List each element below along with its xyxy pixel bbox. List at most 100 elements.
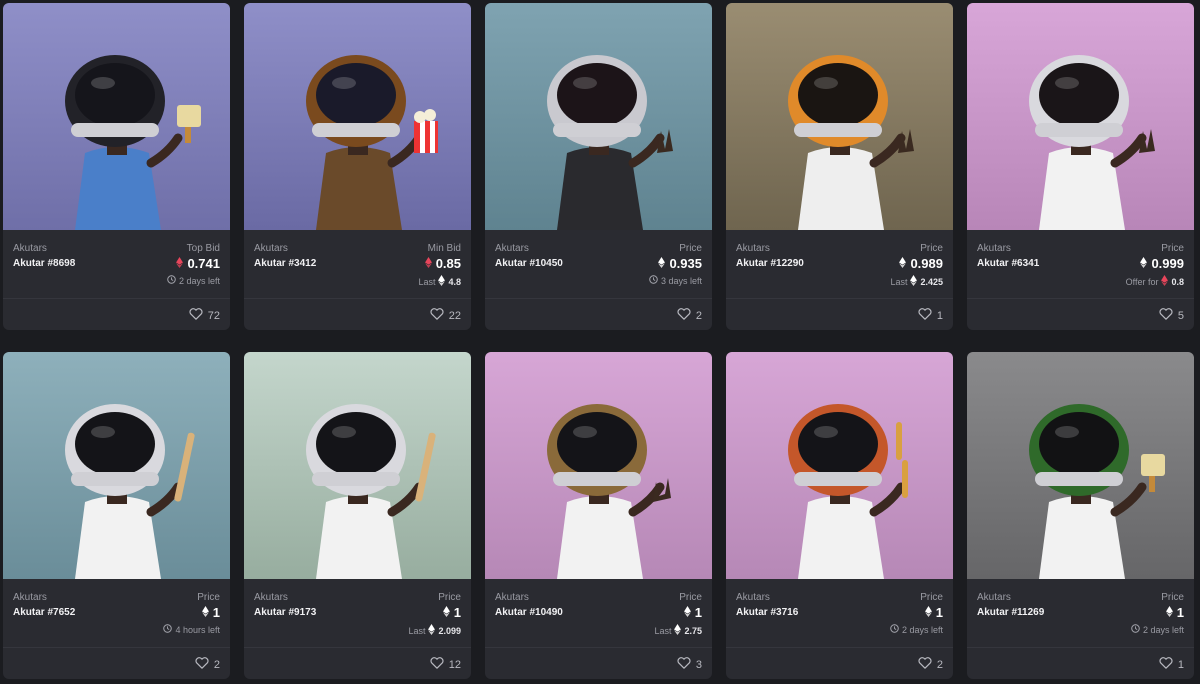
nft-image[interactable] bbox=[3, 3, 230, 230]
price-label: Price bbox=[920, 243, 943, 254]
heart-icon[interactable] bbox=[677, 308, 691, 323]
collection-name[interactable]: Akutars bbox=[254, 243, 288, 254]
nft-image[interactable] bbox=[726, 3, 953, 230]
ethereum-icon bbox=[1140, 256, 1148, 271]
nft-image[interactable] bbox=[967, 3, 1194, 230]
divider bbox=[967, 647, 1194, 648]
price: 1 bbox=[683, 605, 702, 620]
price-value: 1 bbox=[935, 605, 943, 620]
token-name[interactable]: Akutar #8698 bbox=[13, 258, 75, 269]
ethereum-icon bbox=[424, 256, 432, 271]
collection-name[interactable]: Akutars bbox=[495, 243, 529, 254]
collection-name[interactable]: Akutars bbox=[13, 592, 47, 603]
heart-icon[interactable] bbox=[1159, 657, 1173, 672]
token-name[interactable]: Akutar #7652 bbox=[13, 607, 75, 618]
like-button[interactable]: 12 bbox=[430, 657, 461, 672]
like-count: 3 bbox=[695, 658, 702, 671]
like-count: 2 bbox=[936, 658, 943, 671]
like-button[interactable]: 2 bbox=[918, 657, 943, 672]
nft-card[interactable]: Akutars Akutar #7652 Price 1 4 hours left 2 bbox=[3, 352, 230, 679]
heart-icon[interactable] bbox=[918, 308, 932, 323]
ethereum-icon bbox=[1161, 275, 1169, 288]
nft-card[interactable]: Akutars Akutar #8698 Top Bid 0.741 2 days le… bbox=[3, 3, 230, 330]
token-name[interactable]: Akutar #3716 bbox=[736, 607, 798, 618]
nft-card[interactable]: Akutars Akutar #6341 Price 0.999 Offer for 0.… bbox=[967, 3, 1194, 330]
price: 1 bbox=[201, 605, 220, 620]
heart-icon[interactable] bbox=[677, 657, 691, 672]
clock-icon bbox=[649, 275, 658, 286]
heart-icon[interactable] bbox=[189, 308, 203, 323]
last-sale-label: Last bbox=[408, 625, 426, 636]
heart-icon[interactable] bbox=[430, 657, 444, 672]
nft-card[interactable]: Akutars Akutar #10450 Price 0.935 3 days lef… bbox=[485, 3, 712, 330]
nft-card[interactable]: Akutars Akutar #9173 Price 1 Last 2.099 12 bbox=[244, 352, 471, 679]
price: 0.989 bbox=[899, 256, 943, 271]
divider bbox=[3, 298, 230, 299]
last-sale-value: 2.099 bbox=[438, 625, 461, 636]
price-subtext: 2 days left bbox=[1131, 624, 1184, 635]
nft-image[interactable] bbox=[244, 3, 471, 230]
like-button[interactable]: 2 bbox=[677, 308, 702, 323]
nft-image[interactable] bbox=[726, 352, 953, 579]
like-button[interactable]: 22 bbox=[430, 308, 461, 323]
like-count: 2 bbox=[213, 658, 220, 671]
nft-image[interactable] bbox=[244, 352, 471, 579]
nft-image[interactable] bbox=[967, 352, 1194, 579]
like-button[interactable]: 1 bbox=[918, 308, 943, 323]
nft-image[interactable] bbox=[3, 352, 230, 579]
price-subtext: 4 hours left bbox=[163, 624, 220, 635]
ethereum-icon bbox=[442, 605, 450, 620]
collection-name[interactable]: Akutars bbox=[977, 592, 1011, 603]
heart-icon[interactable] bbox=[195, 657, 209, 672]
like-button[interactable]: 3 bbox=[677, 657, 702, 672]
like-count: 72 bbox=[207, 309, 220, 322]
ethereum-icon bbox=[438, 275, 446, 288]
price: 1 bbox=[1165, 605, 1184, 620]
token-name[interactable]: Akutar #10450 bbox=[495, 258, 563, 269]
last-sale-label: Last bbox=[418, 276, 436, 287]
heart-icon[interactable] bbox=[430, 308, 444, 323]
token-name[interactable]: Akutar #3412 bbox=[254, 258, 316, 269]
price-label: Price bbox=[1161, 243, 1184, 254]
nft-card[interactable]: Akutars Akutar #3716 Price 1 2 days left 2 bbox=[726, 352, 953, 679]
collection-name[interactable]: Akutars bbox=[254, 592, 288, 603]
token-name[interactable]: Akutar #12290 bbox=[736, 258, 804, 269]
collection-name[interactable]: Akutars bbox=[977, 243, 1011, 254]
heart-icon[interactable] bbox=[918, 657, 932, 672]
card-info: Akutars Akutar #9173 Price 1 Last 2.099 12 bbox=[244, 579, 471, 679]
nft-card[interactable]: Akutars Akutar #3412 Min Bid 0.85 Last 4.8 22 bbox=[244, 3, 471, 330]
like-button[interactable]: 72 bbox=[189, 308, 220, 323]
nft-card[interactable]: Akutars Akutar #10490 Price 1 Last 2.75 3 bbox=[485, 352, 712, 679]
collection-name[interactable]: Akutars bbox=[736, 592, 770, 603]
token-name[interactable]: Akutar #10490 bbox=[495, 607, 563, 618]
divider bbox=[3, 647, 230, 648]
price-value: 1 bbox=[212, 605, 220, 620]
nft-image[interactable] bbox=[485, 3, 712, 230]
price-subtext: 2 days left bbox=[890, 624, 943, 635]
price-subtext: Last 2.099 bbox=[408, 624, 461, 637]
collection-name[interactable]: Akutars bbox=[13, 243, 47, 254]
ethereum-icon bbox=[683, 605, 691, 620]
ethereum-icon bbox=[658, 256, 666, 271]
nft-card[interactable]: Akutars Akutar #12290 Price 0.989 Last 2.425 1 bbox=[726, 3, 953, 330]
card-info: Akutars Akutar #11269 Price 1 2 days left 1 bbox=[967, 579, 1194, 679]
nft-image[interactable] bbox=[485, 352, 712, 579]
token-name[interactable]: Akutar #9173 bbox=[254, 607, 316, 618]
price: 1 bbox=[442, 605, 461, 620]
collection-name[interactable]: Akutars bbox=[736, 243, 770, 254]
ethereum-icon bbox=[176, 256, 184, 271]
collection-name[interactable]: Akutars bbox=[495, 592, 529, 603]
price-value: 1 bbox=[694, 605, 702, 620]
nft-card[interactable]: Akutars Akutar #11269 Price 1 2 days left 1 bbox=[967, 352, 1194, 679]
like-count: 12 bbox=[448, 658, 461, 671]
like-button[interactable]: 1 bbox=[1159, 657, 1184, 672]
like-button[interactable]: 5 bbox=[1159, 308, 1184, 323]
token-name[interactable]: Akutar #6341 bbox=[977, 258, 1039, 269]
like-button[interactable]: 2 bbox=[195, 657, 220, 672]
price-subtext: Last 4.8 bbox=[418, 275, 461, 288]
token-name[interactable]: Akutar #11269 bbox=[977, 607, 1044, 618]
price-value: 1 bbox=[1176, 605, 1184, 620]
price: 1 bbox=[924, 605, 943, 620]
heart-icon[interactable] bbox=[1159, 308, 1173, 323]
price: 0.999 bbox=[1140, 256, 1184, 271]
